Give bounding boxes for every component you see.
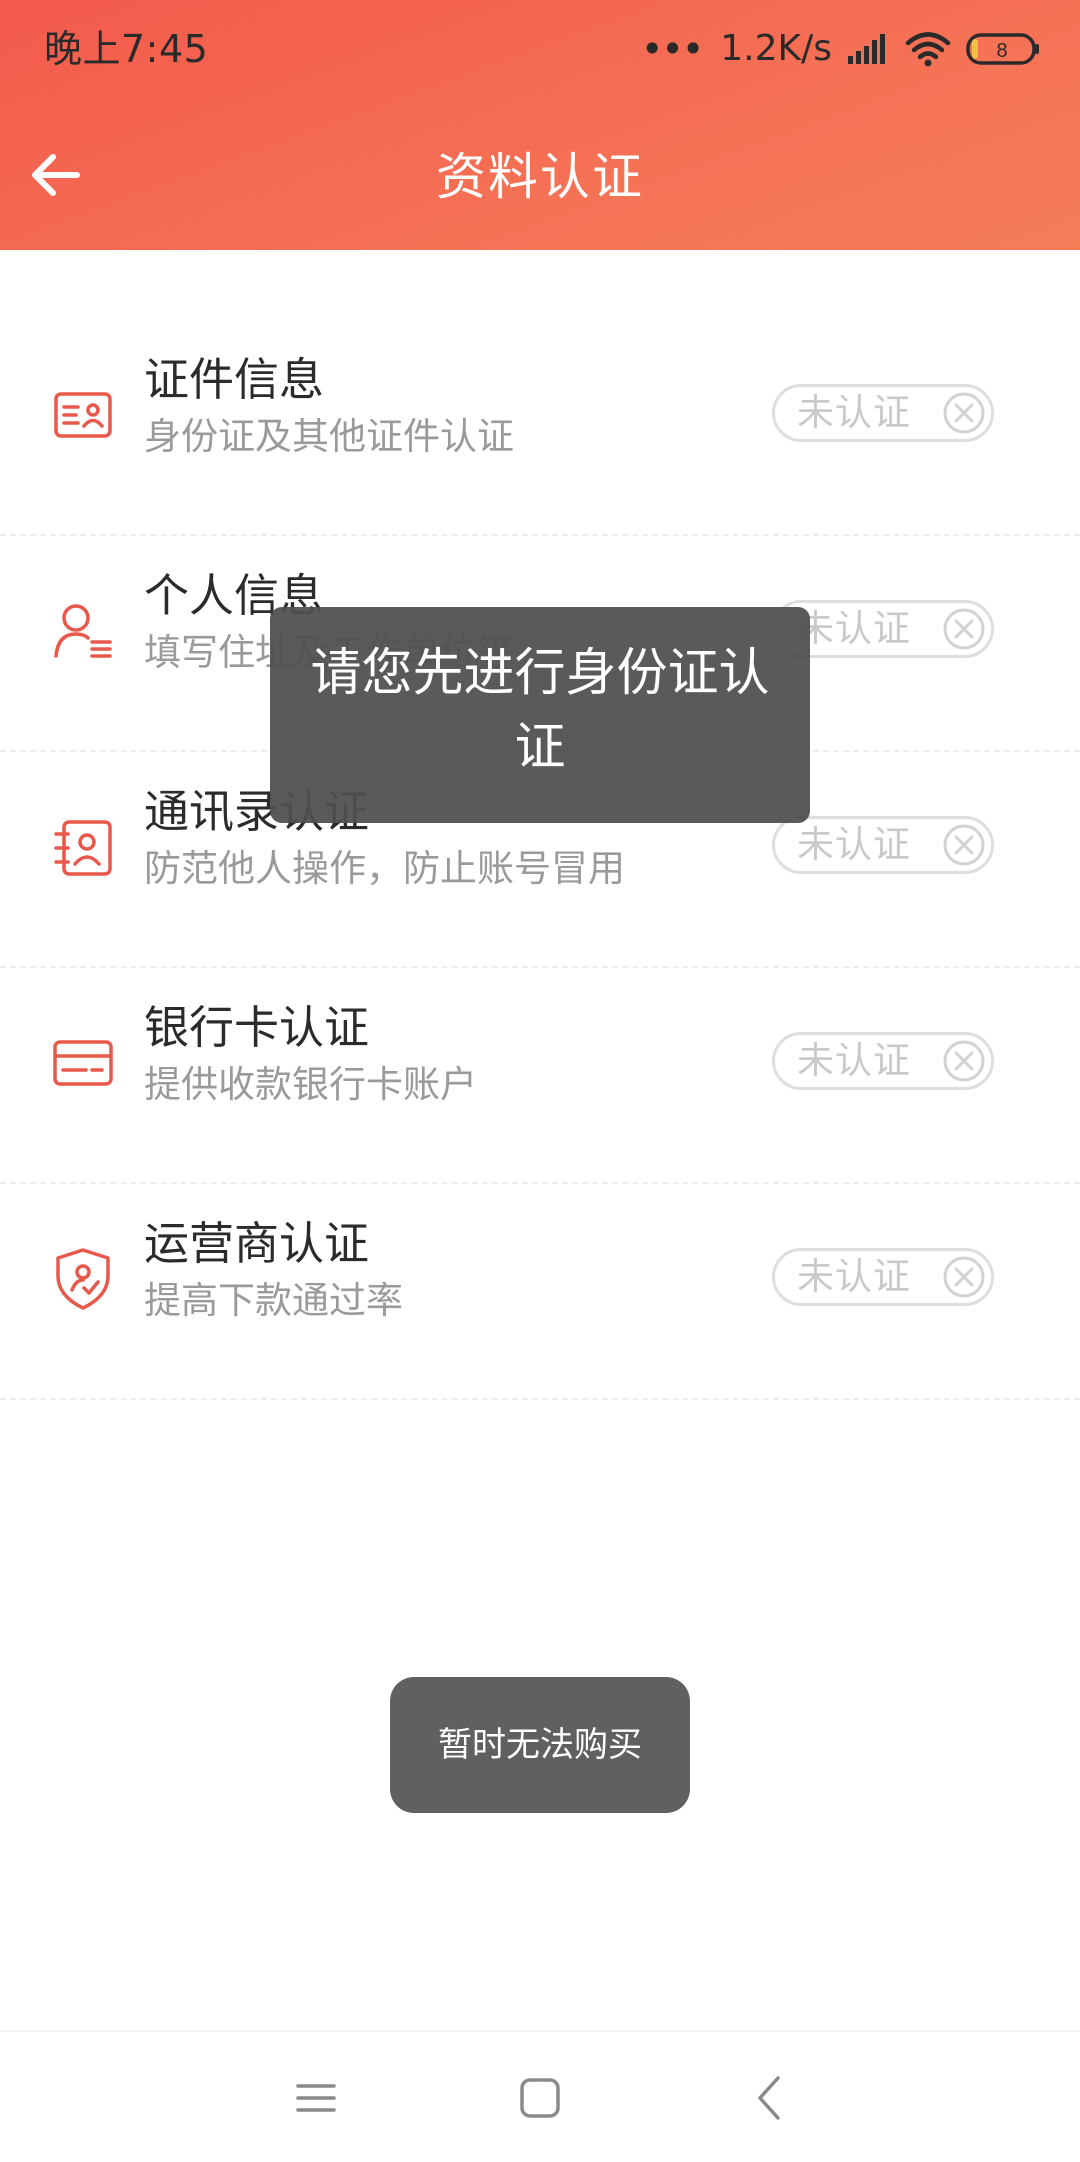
- verification-list: 证件信息 身份证及其他证件认证 未认证 个人信息 填写住址及工作单位等 未认证: [0, 320, 1080, 1400]
- item-title: 运营商认证: [144, 1217, 370, 1270]
- nav-bar: 资料认证: [0, 110, 1080, 250]
- signal-icon: [848, 34, 885, 64]
- close-circle-icon: [943, 392, 985, 434]
- item-title: 银行卡认证: [144, 1001, 370, 1054]
- item-subtitle: 提高下款通过率: [144, 1279, 403, 1322]
- identity-prompt-toast: 请您先进行身份证认证: [270, 607, 810, 823]
- list-item-id-info[interactable]: 证件信息 身份证及其他证件认证 未认证: [0, 320, 1080, 536]
- close-circle-icon: [943, 608, 985, 650]
- more-notifications-icon: •••: [641, 27, 704, 71]
- status-text: 未认证: [797, 391, 911, 434]
- carrier-shield-icon: [56, 1248, 110, 1310]
- header: 晚上7:45 ••• 1.2K/s 8 资料认证: [0, 0, 1080, 250]
- status-badge: 未认证: [772, 816, 994, 874]
- list-item-carrier[interactable]: 运营商认证 提高下款通过率 未认证: [0, 1184, 1080, 1400]
- battery-icon: 8: [966, 33, 1039, 65]
- status-text: 未认证: [797, 823, 911, 866]
- item-subtitle: 防范他人操作，防止账号冒用: [144, 847, 625, 890]
- network-speed: 1.2K/s: [720, 28, 832, 69]
- status-indicators: ••• 1.2K/s 8: [641, 24, 1040, 74]
- back-triangle-icon[interactable]: [742, 2070, 798, 2126]
- id-card-icon: [54, 392, 112, 438]
- page-title: 资料认证: [436, 148, 644, 206]
- person-info-icon: [54, 604, 112, 658]
- wifi-icon: [905, 32, 951, 67]
- status-badge: 未认证: [772, 1248, 994, 1306]
- close-circle-icon: [943, 824, 985, 866]
- contacts-icon: [54, 820, 112, 876]
- close-circle-icon: [943, 1256, 985, 1298]
- purchase-unavailable-toast: 暂时无法购买: [390, 1677, 690, 1813]
- system-navigation-bar: [0, 2030, 1080, 2162]
- bank-card-icon: [53, 1040, 113, 1086]
- status-bar: 晚上7:45 ••• 1.2K/s 8: [0, 0, 1080, 100]
- battery-level: 8: [996, 40, 1007, 62]
- home-icon[interactable]: [512, 2070, 568, 2126]
- status-text: 未认证: [797, 607, 911, 650]
- status-badge: 未认证: [772, 384, 994, 442]
- status-text: 未认证: [797, 1255, 911, 1298]
- item-subtitle: 身份证及其他证件认证: [144, 415, 514, 458]
- menu-icon[interactable]: [288, 2070, 344, 2126]
- status-time: 晚上7:45: [44, 27, 209, 71]
- item-title: 证件信息: [144, 353, 325, 406]
- item-subtitle: 提供收款银行卡账户: [144, 1063, 477, 1106]
- status-badge: 未认证: [772, 1032, 994, 1090]
- status-text: 未认证: [797, 1039, 911, 1082]
- close-circle-icon: [943, 1040, 985, 1082]
- list-item-bank-card[interactable]: 银行卡认证 提供收款银行卡账户 未认证: [0, 968, 1080, 1184]
